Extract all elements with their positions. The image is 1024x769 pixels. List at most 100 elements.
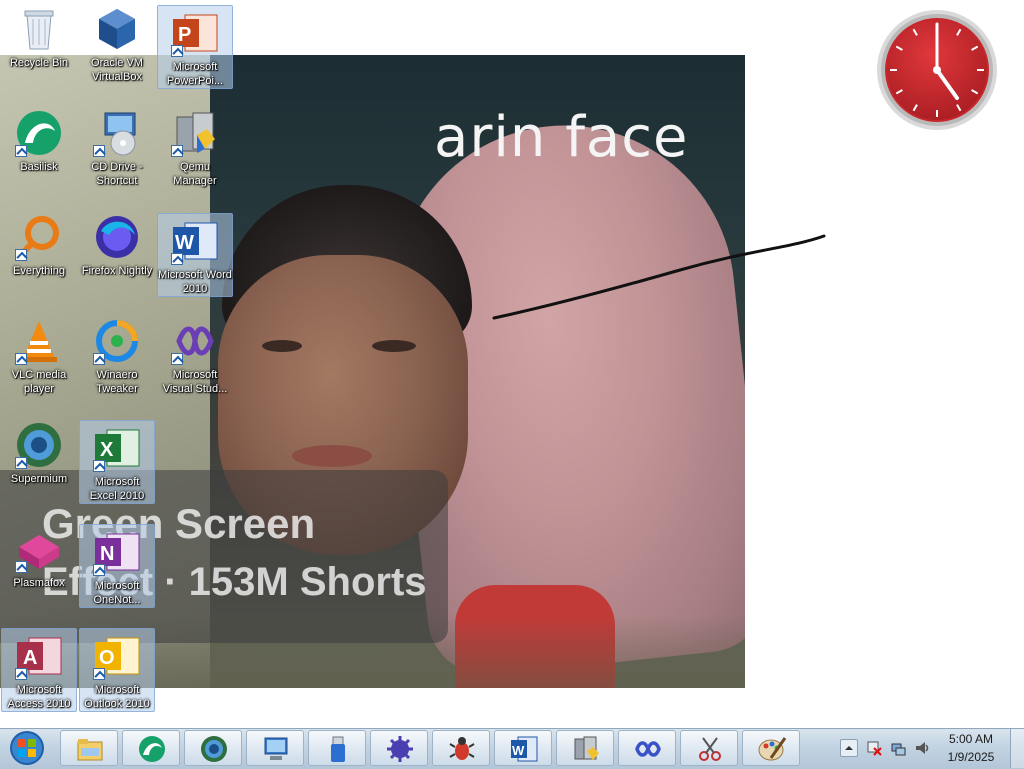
winaero-tweaker-icon <box>93 317 141 365</box>
desktop-icon-recycle-bin[interactable]: Recycle Bin <box>1 2 77 86</box>
svg-text:W: W <box>175 232 194 254</box>
wallpaper-eye <box>262 340 302 352</box>
desktop-icon-winaero[interactable]: Winaero Tweaker <box>79 314 155 398</box>
network-icon[interactable] <box>890 740 906 756</box>
cd-drive-icon <box>93 109 141 157</box>
virtualbox-icon <box>93 5 141 53</box>
paint-icon <box>758 737 787 761</box>
taskbar-snipping-tool[interactable] <box>680 730 738 766</box>
desktop-icon-label: Microsoft Word 2010 <box>158 269 232 295</box>
excel-icon: X <box>93 424 141 472</box>
desktop-icon-supermium[interactable]: Supermium <box>1 418 77 502</box>
show-desktop-button[interactable] <box>1010 729 1024 768</box>
word-icon: W <box>511 736 538 762</box>
scribble-line <box>492 234 826 320</box>
word-icon: W <box>171 217 219 265</box>
taskbar-file-explorer[interactable] <box>60 730 118 766</box>
taskbar-control-panel[interactable] <box>246 730 304 766</box>
desktop-icon-onenote[interactable]: N Microsoft OneNot... <box>79 524 155 608</box>
wallpaper-title: arin face <box>434 105 689 170</box>
action-center-flag-icon[interactable] <box>866 740 882 756</box>
shortcut-arrow-icon <box>93 145 105 157</box>
shortcut-arrow-icon <box>93 353 105 365</box>
start-button[interactable] <box>5 730 49 766</box>
outlook-icon: O <box>93 632 141 680</box>
qemu-manager-icon <box>171 109 219 157</box>
svg-text:X: X <box>100 439 114 461</box>
taskbar-usb-drive[interactable] <box>308 730 366 766</box>
shortcut-arrow-icon <box>15 353 27 365</box>
desktop-icon-label: VLC media player <box>11 369 67 395</box>
everything-search-icon <box>15 213 63 261</box>
desktop-icon-cd-drive[interactable]: CD Drive - Shortcut <box>79 106 155 190</box>
desktop-icon-outlook[interactable]: O Microsoft Outlook 2010 <box>79 628 155 712</box>
desktop-icon-powerpoint[interactable]: P Microsoft PowerPoi... <box>157 5 233 89</box>
shortcut-arrow-icon <box>93 564 105 576</box>
taskbar-date[interactable]: 1/9/2025 <box>940 750 1002 764</box>
access-icon: A <box>15 632 63 680</box>
onenote-icon: N <box>93 528 141 576</box>
bug-app-icon <box>449 737 475 760</box>
recycle-bin-icon <box>15 5 63 53</box>
desktop-icon-label: Qemu Manager <box>173 161 217 187</box>
desktop-icon-visual-studio[interactable]: Microsoft Visual Stud... <box>157 314 233 398</box>
visual-studio-icon <box>171 317 219 365</box>
taskbar-word[interactable]: W <box>494 730 552 766</box>
usb-drive-icon <box>331 736 345 762</box>
desktop-icon-word[interactable]: W Microsoft Word 2010 <box>157 213 233 297</box>
desktop-icon-vlc[interactable]: VLC media player <box>1 314 77 398</box>
show-hidden-icons-button[interactable] <box>840 739 858 757</box>
shortcut-arrow-icon <box>171 45 183 57</box>
file-explorer-icon <box>77 739 103 761</box>
desktop-icon-plasmafox[interactable]: Plasmafox <box>1 522 77 606</box>
plasmafox-icon <box>15 525 63 573</box>
desktop-icon-label: CD Drive - Shortcut <box>91 161 143 187</box>
vlc-icon <box>15 317 63 365</box>
svg-text:P: P <box>178 24 191 46</box>
shortcut-arrow-icon <box>15 457 27 469</box>
desktop-icon-label: Everything <box>13 265 65 277</box>
desktop-icon-label: Microsoft Outlook 2010 <box>84 684 150 710</box>
desktop-icon-label: Microsoft Excel 2010 <box>89 476 145 502</box>
taskbar-gear-app[interactable] <box>370 730 428 766</box>
taskbar-qemu-manager[interactable] <box>556 730 614 766</box>
taskbar-basilisk[interactable] <box>122 730 180 766</box>
infinity-app-icon <box>635 741 661 757</box>
desktop-icon-label: Basilisk <box>20 161 58 173</box>
snipping-tool-icon <box>699 737 721 761</box>
svg-text:A: A <box>23 647 37 669</box>
supermium-icon <box>201 736 227 762</box>
desktop-icon-label: Plasmafox <box>13 577 65 589</box>
desktop-icon-qemu-manager[interactable]: Qemu Manager <box>157 106 233 190</box>
control-panel-icon <box>264 737 288 760</box>
desktop-icon-everything[interactable]: Everything <box>1 210 77 294</box>
desktop-icon-label: Microsoft PowerPoi... <box>166 61 224 87</box>
taskbar-paint[interactable] <box>742 730 800 766</box>
volume-icon[interactable] <box>914 740 930 756</box>
wallpaper-eye <box>372 340 416 352</box>
shortcut-arrow-icon <box>93 460 105 472</box>
wallpaper-mouth <box>292 445 372 467</box>
supermium-icon <box>15 421 63 469</box>
desktop-icon-excel[interactable]: X Microsoft Excel 2010 <box>79 420 155 504</box>
desktop-icon-access[interactable]: A Microsoft Access 2010 <box>1 628 77 712</box>
desktop-icon-label: Supermium <box>10 473 68 485</box>
powerpoint-icon: P <box>171 9 219 57</box>
chevron-up-icon <box>845 746 853 750</box>
taskbar-bug-app[interactable] <box>432 730 490 766</box>
desktop-icon-basilisk[interactable]: Basilisk <box>1 106 77 190</box>
taskbar-infinity-app[interactable] <box>618 730 676 766</box>
firefox-nightly-icon <box>93 213 141 261</box>
desktop-icon-firefox-nightly[interactable]: Firefox Nightly <box>79 210 155 294</box>
qemu-manager-icon <box>574 736 599 760</box>
svg-text:N: N <box>100 543 114 565</box>
taskbar-supermium[interactable] <box>184 730 242 766</box>
clock-gadget[interactable] <box>875 8 999 132</box>
taskbar-time[interactable]: 5:00 AM <box>940 732 1002 746</box>
shortcut-arrow-icon <box>171 145 183 157</box>
desktop-icon-label: Oracle VM VirtualBox <box>91 57 143 83</box>
desktop-icon-label: Microsoft Access 2010 <box>7 684 71 710</box>
shortcut-arrow-icon <box>171 353 183 365</box>
svg-text:O: O <box>99 647 115 669</box>
desktop-icon-virtualbox[interactable]: Oracle VM VirtualBox <box>79 2 155 86</box>
